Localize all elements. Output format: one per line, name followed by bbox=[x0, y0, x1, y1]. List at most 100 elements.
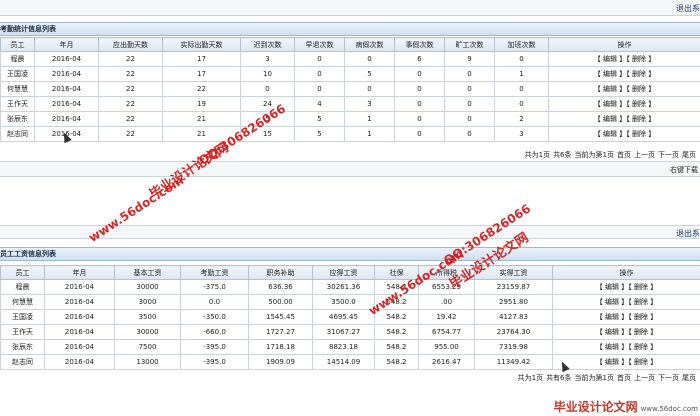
edit-link[interactable]: 【 编辑 】 bbox=[594, 85, 626, 93]
delete-link[interactable]: 【 删除 】 bbox=[626, 130, 655, 138]
edit-link[interactable]: 【 编辑 】 bbox=[594, 115, 626, 123]
edit-link[interactable]: 【 编辑 】 bbox=[596, 298, 628, 306]
table-cell: 1 bbox=[344, 126, 395, 142]
pager-info: 共为1页 bbox=[517, 374, 544, 382]
edit-link[interactable]: 【 编辑 】 bbox=[596, 328, 628, 336]
column-header: 应得工资 bbox=[312, 265, 375, 280]
table-row: 何慧慧 2016-04 22 22 0 0 0 0 0 0 【 编辑 】【 删除 】 bbox=[0, 81, 700, 97]
delete-link[interactable]: 【 删除 】 bbox=[626, 55, 655, 63]
table-cell: 0 bbox=[444, 126, 495, 142]
pager-link[interactable]: 上一页 bbox=[634, 151, 655, 159]
pager-link[interactable]: 首页 bbox=[617, 151, 631, 159]
table-cell: 2016-04 bbox=[44, 294, 115, 310]
table-cell: 17 bbox=[162, 51, 241, 67]
download-link[interactable]: 右键下载 bbox=[670, 165, 698, 175]
delete-link[interactable]: 【 删除 】 bbox=[626, 70, 655, 78]
table-cell: 22 bbox=[98, 111, 163, 127]
edit-link[interactable]: 【 编辑 】 bbox=[596, 313, 628, 321]
table-cell: 2016-04 bbox=[34, 96, 99, 112]
edit-link[interactable]: 【 编辑 】 bbox=[594, 100, 626, 108]
column-header: 病假次数 bbox=[344, 37, 395, 52]
edit-link[interactable]: 【 编辑 】 bbox=[594, 70, 626, 78]
table-row: 王国凌 2016-04 22 17 10 0 5 0 0 1 【 编辑 】【 删除 】 bbox=[0, 66, 700, 82]
pager-link[interactable]: 下一页 bbox=[658, 374, 679, 382]
table-cell: 4127.83 bbox=[474, 309, 553, 325]
column-header: 操作 bbox=[552, 265, 700, 280]
pager-info: 共有6条 bbox=[546, 374, 572, 382]
table-cell: 22 bbox=[98, 66, 163, 82]
edit-link[interactable]: 【 编辑 】 bbox=[594, 55, 626, 63]
table-cell: -395.0 bbox=[180, 339, 249, 355]
table-cell: 22 bbox=[98, 51, 163, 67]
table-cell: 3 bbox=[494, 126, 549, 142]
table-row: 王作天 2016-04 22 19 24 4 3 0 0 0 【 编辑 】【 删除 】 bbox=[0, 96, 700, 112]
table-cell: 0 bbox=[240, 81, 295, 97]
table-cell: 0 bbox=[494, 81, 549, 97]
pager-link[interactable]: 尾页 bbox=[682, 374, 696, 382]
edit-link[interactable]: 【 编辑 】 bbox=[596, 343, 628, 351]
table-cell: 9 bbox=[444, 51, 495, 67]
delete-link[interactable]: 【 删除 】 bbox=[628, 343, 657, 351]
delete-link[interactable]: 【 删除 】 bbox=[628, 313, 657, 321]
table-cell: 548.2 bbox=[374, 324, 419, 340]
table-cell: 30261.36 bbox=[312, 279, 375, 295]
row-actions: 【 编辑 】【 删除 】 bbox=[548, 96, 700, 112]
row-actions: 【 编辑 】【 删除 】 bbox=[552, 294, 700, 310]
pager-info: 共为1页 bbox=[524, 151, 551, 159]
table-cell: 548.2 bbox=[374, 354, 419, 370]
exit-link[interactable]: 退出系 bbox=[676, 3, 700, 14]
table-cell: 1545.45 bbox=[248, 309, 313, 325]
table-cell: 0 bbox=[494, 96, 549, 112]
table-cell: 王作天 bbox=[0, 324, 45, 340]
table-cell: 11349.42 bbox=[474, 354, 553, 370]
table-cell: 4695.45 bbox=[312, 309, 375, 325]
table-cell: 1718.18 bbox=[248, 339, 313, 355]
delete-link[interactable]: 【 删除 】 bbox=[626, 115, 655, 123]
column-header: 应出勤天数 bbox=[98, 37, 163, 52]
table-cell: 22 bbox=[162, 81, 241, 97]
column-header: 基本工资 bbox=[114, 265, 181, 280]
row-actions: 【 编辑 】【 删除 】 bbox=[552, 339, 700, 355]
table-cell: 何慧慧 bbox=[0, 81, 35, 97]
delete-link[interactable]: 【 删除 】 bbox=[628, 298, 657, 306]
table-cell: 19.42 bbox=[418, 309, 475, 325]
column-header: 事假次数 bbox=[394, 37, 445, 52]
table-cell: 500.00 bbox=[248, 294, 313, 310]
pager-link[interactable]: 上一页 bbox=[634, 374, 655, 382]
edit-link[interactable]: 【 编辑 】 bbox=[594, 130, 626, 138]
edit-link[interactable]: 【 编辑 】 bbox=[596, 358, 628, 366]
table-cell: 3500.0 bbox=[312, 294, 375, 310]
edit-link[interactable]: 【 编辑 】 bbox=[596, 283, 628, 291]
table-row: 张辰东 2016-04 22 21 5 5 1 0 0 2 【 编辑 】【 删除 】 bbox=[0, 111, 700, 127]
pager-info: 当前为第1页 bbox=[574, 151, 614, 159]
delete-link[interactable]: 【 删除 】 bbox=[628, 358, 657, 366]
column-header: 实际出勤天数 bbox=[162, 37, 241, 52]
table-cell: 17 bbox=[162, 66, 241, 82]
delete-link[interactable]: 【 删除 】 bbox=[628, 328, 657, 336]
table-row: 王国凌 2016-04 3500 -350.0 1545.45 4695.45 548.2 1… bbox=[0, 309, 700, 325]
delete-link[interactable]: 【 删除 】 bbox=[628, 283, 657, 291]
column-header: 职务补助 bbox=[248, 265, 313, 280]
table-cell: 张辰东 bbox=[0, 339, 45, 355]
footer-logo: 毕业设计论文网 www.56doc.com bbox=[554, 398, 698, 415]
footer-logo-text: 毕业设计论文网 bbox=[553, 400, 638, 414]
delete-link[interactable]: 【 删除 】 bbox=[626, 100, 655, 108]
table-cell: 3000 bbox=[114, 294, 181, 310]
table-cell: -350.0 bbox=[180, 309, 249, 325]
table-cell: 955.00 bbox=[418, 339, 475, 355]
pager-link[interactable]: 首页 bbox=[617, 374, 631, 382]
table-cell: 2951.80 bbox=[474, 294, 553, 310]
delete-link[interactable]: 【 删除 】 bbox=[626, 85, 655, 93]
table-cell: 0 bbox=[394, 96, 445, 112]
exit-link-2[interactable]: 退出系 bbox=[676, 228, 700, 239]
pager-link[interactable]: 下一页 bbox=[658, 151, 679, 159]
pager-link[interactable]: 尾页 bbox=[682, 151, 696, 159]
table-cell: 2016-04 bbox=[34, 111, 99, 127]
table-cell: 636.36 bbox=[248, 279, 313, 295]
top-bar: 退出系 bbox=[0, 0, 700, 16]
table-cell: 22 bbox=[98, 96, 163, 112]
table-cell: 0 bbox=[394, 126, 445, 142]
table-cell: 0 bbox=[444, 111, 495, 127]
table-cell: 6 bbox=[394, 51, 445, 67]
table-cell: 6754.77 bbox=[418, 324, 475, 340]
